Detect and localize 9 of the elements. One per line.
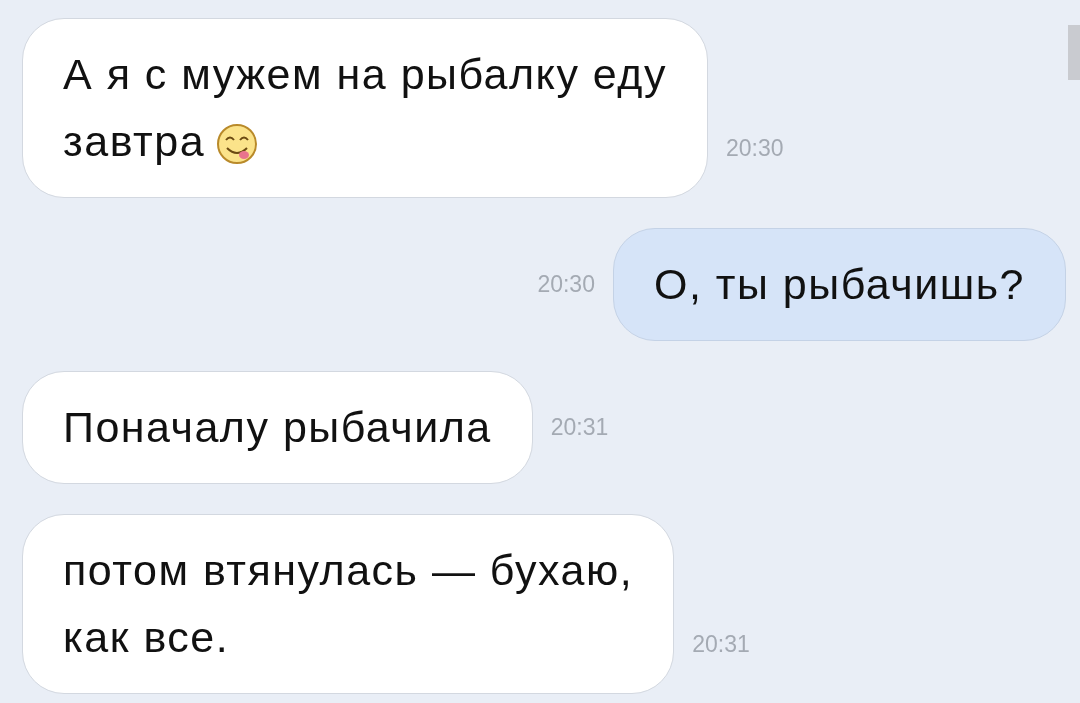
scrollbar[interactable] — [1068, 25, 1080, 80]
message-time: 20:30 — [725, 135, 784, 163]
message-time: 20:31 — [692, 631, 750, 659]
message-bubble: О, ты рыбачишь? — [612, 228, 1066, 341]
message-bubble: потом втянулась — бухаю, как все. — [22, 514, 675, 694]
message-time: 20:30 — [537, 271, 595, 298]
message-time: 20:31 — [550, 414, 609, 441]
message-bubble: А я с мужем на рыбалку еду завтра — [22, 18, 708, 198]
message-bubble: Поначалу рыбачила — [22, 371, 533, 484]
